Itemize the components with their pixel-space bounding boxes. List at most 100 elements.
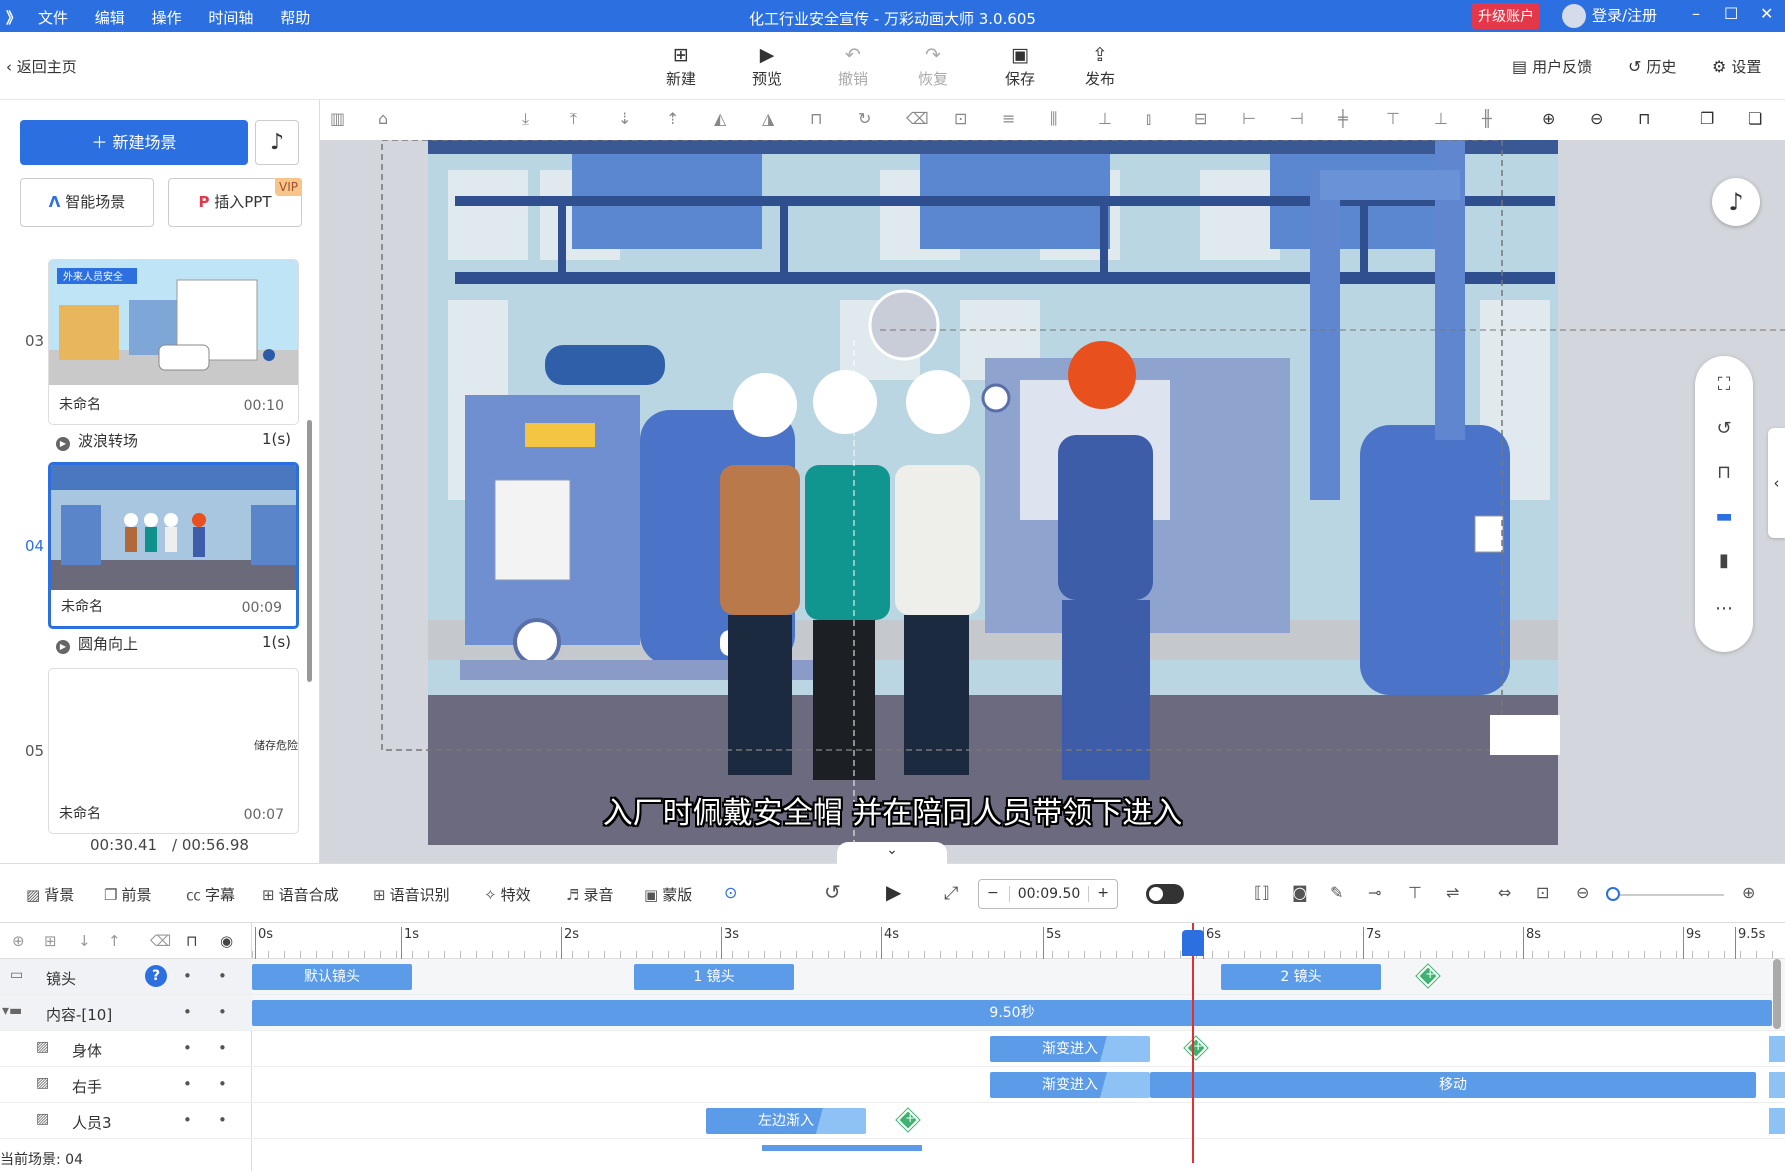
play-icon[interactable]: ▶ [886, 880, 901, 904]
distribute-v-icon[interactable]: ⊟ [1194, 109, 1207, 128]
right-panel-toggle[interactable]: ‹ [1768, 428, 1785, 538]
lock-all-icon[interactable]: ⊓ [186, 932, 198, 950]
lock-dot[interactable]: • [218, 1075, 227, 1093]
align-bottom-icon[interactable]: ⊥ [1098, 109, 1112, 128]
timeline-scrollbar[interactable] [1773, 959, 1781, 1029]
clip-end-handle[interactable] [1769, 1108, 1785, 1134]
move-top-icon[interactable]: ⤒ [570, 109, 577, 129]
upgrade-button[interactable]: 升级账户 [1472, 3, 1540, 29]
transition-item[interactable]: ▶ 波浪转场 1(s) [56, 430, 299, 451]
edit-icon[interactable]: ✎ [1330, 883, 1343, 902]
right-hand-lane[interactable]: 渐变进入 移动 [252, 1067, 1785, 1103]
mask-button[interactable]: ▣ 蒙版 [644, 884, 692, 905]
preview-button[interactable]: ▶ 预览 [737, 44, 797, 89]
more-icon[interactable]: ⋯ [1695, 598, 1753, 619]
scene-card-04[interactable]: 未命名 00:09 [48, 462, 299, 629]
camera-clip[interactable]: 2 镜头 [1221, 964, 1381, 990]
new-scene-button[interactable]: ＋ 新建场景 [20, 120, 248, 165]
align-hcenter-icon[interactable]: ╪ [1338, 109, 1348, 128]
move-up-icon[interactable]: ↑ [108, 932, 121, 950]
background-music-button[interactable]: ♪ [255, 120, 299, 165]
playhead-handle[interactable] [1182, 930, 1204, 956]
fit-icon[interactable]: ⊡ [954, 109, 967, 128]
maximize-button[interactable]: ☐ [1724, 4, 1738, 23]
content-lane[interactable]: 9.50秒 [252, 995, 1785, 1031]
lock-dot[interactable]: • [218, 1111, 227, 1129]
new-button[interactable]: ⊞ 新建 [651, 44, 711, 89]
lock-icon[interactable]: ⊓ [810, 109, 822, 128]
visibility-dot[interactable]: • [183, 1039, 192, 1057]
align-middle-icon[interactable]: ⫼ [1050, 109, 1057, 129]
align-left-icon[interactable]: ⊢ [1242, 109, 1256, 128]
transition-item[interactable]: ▶ 圆角向上 1(s) [56, 633, 299, 654]
camera-clip[interactable]: 1 镜头 [634, 964, 794, 990]
add-keyframe-icon[interactable] [1416, 964, 1440, 988]
layer-row-camera[interactable]: ▭ 镜头 ? • • [0, 959, 252, 995]
minimize-button[interactable]: – [1692, 4, 1700, 23]
move-down-icon[interactable]: ↓ [78, 932, 91, 950]
undo-button[interactable]: ↶ 撤销 [823, 44, 883, 89]
collapse-canvas-button[interactable]: ⌄ [837, 842, 947, 864]
visibility-dot[interactable]: • [183, 1003, 192, 1021]
align-vbottom-icon[interactable]: ⊥ [1434, 109, 1448, 128]
person3-lane[interactable]: 左边渐入 [252, 1103, 1785, 1139]
feedback-button[interactable]: ▤ 用户反馈 [1512, 56, 1592, 77]
record-button[interactable]: ♬ 录音 [566, 884, 613, 905]
clip-end-handle[interactable] [1769, 1072, 1785, 1098]
scene-card-03[interactable]: 外来人员安全 未命名 00:10 [48, 259, 299, 425]
lock-dot[interactable]: • [218, 967, 227, 985]
lock-dot[interactable]: • [218, 1039, 227, 1057]
paste-icon[interactable]: ❏ [1748, 109, 1762, 128]
time-value[interactable]: 00:09.50 [1009, 886, 1089, 902]
settings-button[interactable]: ⚙ 设置 [1712, 56, 1761, 77]
desktop-view-icon[interactable]: ▬ [1695, 506, 1753, 527]
mobile-view-icon[interactable]: ▮ [1695, 550, 1753, 571]
zoom-in-icon[interactable]: ⊕ [1542, 109, 1555, 128]
play-transition-icon[interactable]: ▶ [56, 640, 70, 654]
add-keyframe-icon[interactable] [1184, 1036, 1208, 1060]
flip-horizontal-icon[interactable]: ◭ [714, 109, 726, 128]
rotate-icon[interactable]: ↻ [858, 109, 871, 128]
delete-icon[interactable]: ⌫ [906, 109, 929, 128]
unlock-icon[interactable]: ⊓ [1638, 109, 1650, 128]
canvas-music-button[interactable]: ♪ [1712, 178, 1760, 226]
layer-row-right-hand[interactable]: ▨ 右手 • • [0, 1067, 252, 1103]
slide-in-left-clip[interactable]: 左边渐入 [706, 1108, 866, 1134]
tts-button[interactable]: ⊞ 语音合成 [262, 884, 339, 905]
move-down-icon[interactable]: ⇣ [618, 109, 631, 128]
zoom-in-timeline-icon[interactable]: ⊕ [1742, 883, 1755, 902]
smart-scene-button[interactable]: Λ 智能场景 [20, 178, 154, 227]
camera-lane[interactable]: 默认镜头 1 镜头 2 镜头 [252, 959, 1785, 995]
visibility-dot[interactable]: • [183, 1075, 192, 1093]
timeline-toggle[interactable] [1146, 884, 1184, 904]
decrease-time-button[interactable]: − [987, 885, 999, 901]
add-folder-icon[interactable]: ⊞ [44, 932, 57, 950]
lock-icon[interactable]: ⊓ [1695, 462, 1753, 483]
rotate-icon[interactable]: ↺ [1695, 418, 1753, 439]
increase-time-button[interactable]: + [1097, 885, 1109, 901]
layer-row-content[interactable]: ▾▬ 内容-[10] • • [0, 995, 252, 1031]
content-clip[interactable]: 9.50秒 [252, 1000, 1772, 1026]
eye-icon[interactable]: ◉ [220, 932, 233, 950]
subtitle-button[interactable]: ㏄字幕 [186, 884, 235, 905]
history-button[interactable]: ↺ 历史 [1628, 56, 1676, 77]
insert-ppt-button[interactable]: P 插入PPT VIP [168, 178, 302, 227]
canvas-subtitle[interactable]: 入厂时佩戴安全帽 并在陪同人员带领下进入 [0, 788, 1785, 832]
fit-screen-icon[interactable]: ⛶ [1695, 374, 1753, 395]
move-up-icon[interactable]: ⇡ [666, 109, 679, 128]
effects-button[interactable]: ✧ 特效 [484, 884, 531, 905]
camera-icon[interactable]: ◙ [1292, 883, 1308, 902]
time-stepper[interactable]: − 00:09.50 + [978, 879, 1118, 909]
timeline-tracks[interactable]: 0s 1s 2s 3s 4s 5s 6s 7s 8s 9s 9.5s 默认镜头 … [252, 923, 1785, 1171]
clip-partial[interactable] [762, 1145, 922, 1151]
distribute-h-icon[interactable]: ⫾ [1146, 109, 1151, 129]
background-button[interactable]: ▨ 背景 [26, 884, 74, 905]
align-vcenter-icon[interactable]: ╫ [1482, 109, 1492, 128]
more-tools-icon[interactable]: ⊙ [724, 883, 737, 902]
timeline-zoom-slider[interactable] [1606, 887, 1620, 901]
replay-icon[interactable]: ↺ [824, 880, 841, 904]
play-transition-icon[interactable]: ▶ [56, 437, 70, 451]
clip-end-handle[interactable] [1769, 1036, 1785, 1062]
add-layer-icon[interactable]: ⊕ [12, 932, 25, 950]
close-button[interactable]: ✕ [1760, 4, 1773, 23]
